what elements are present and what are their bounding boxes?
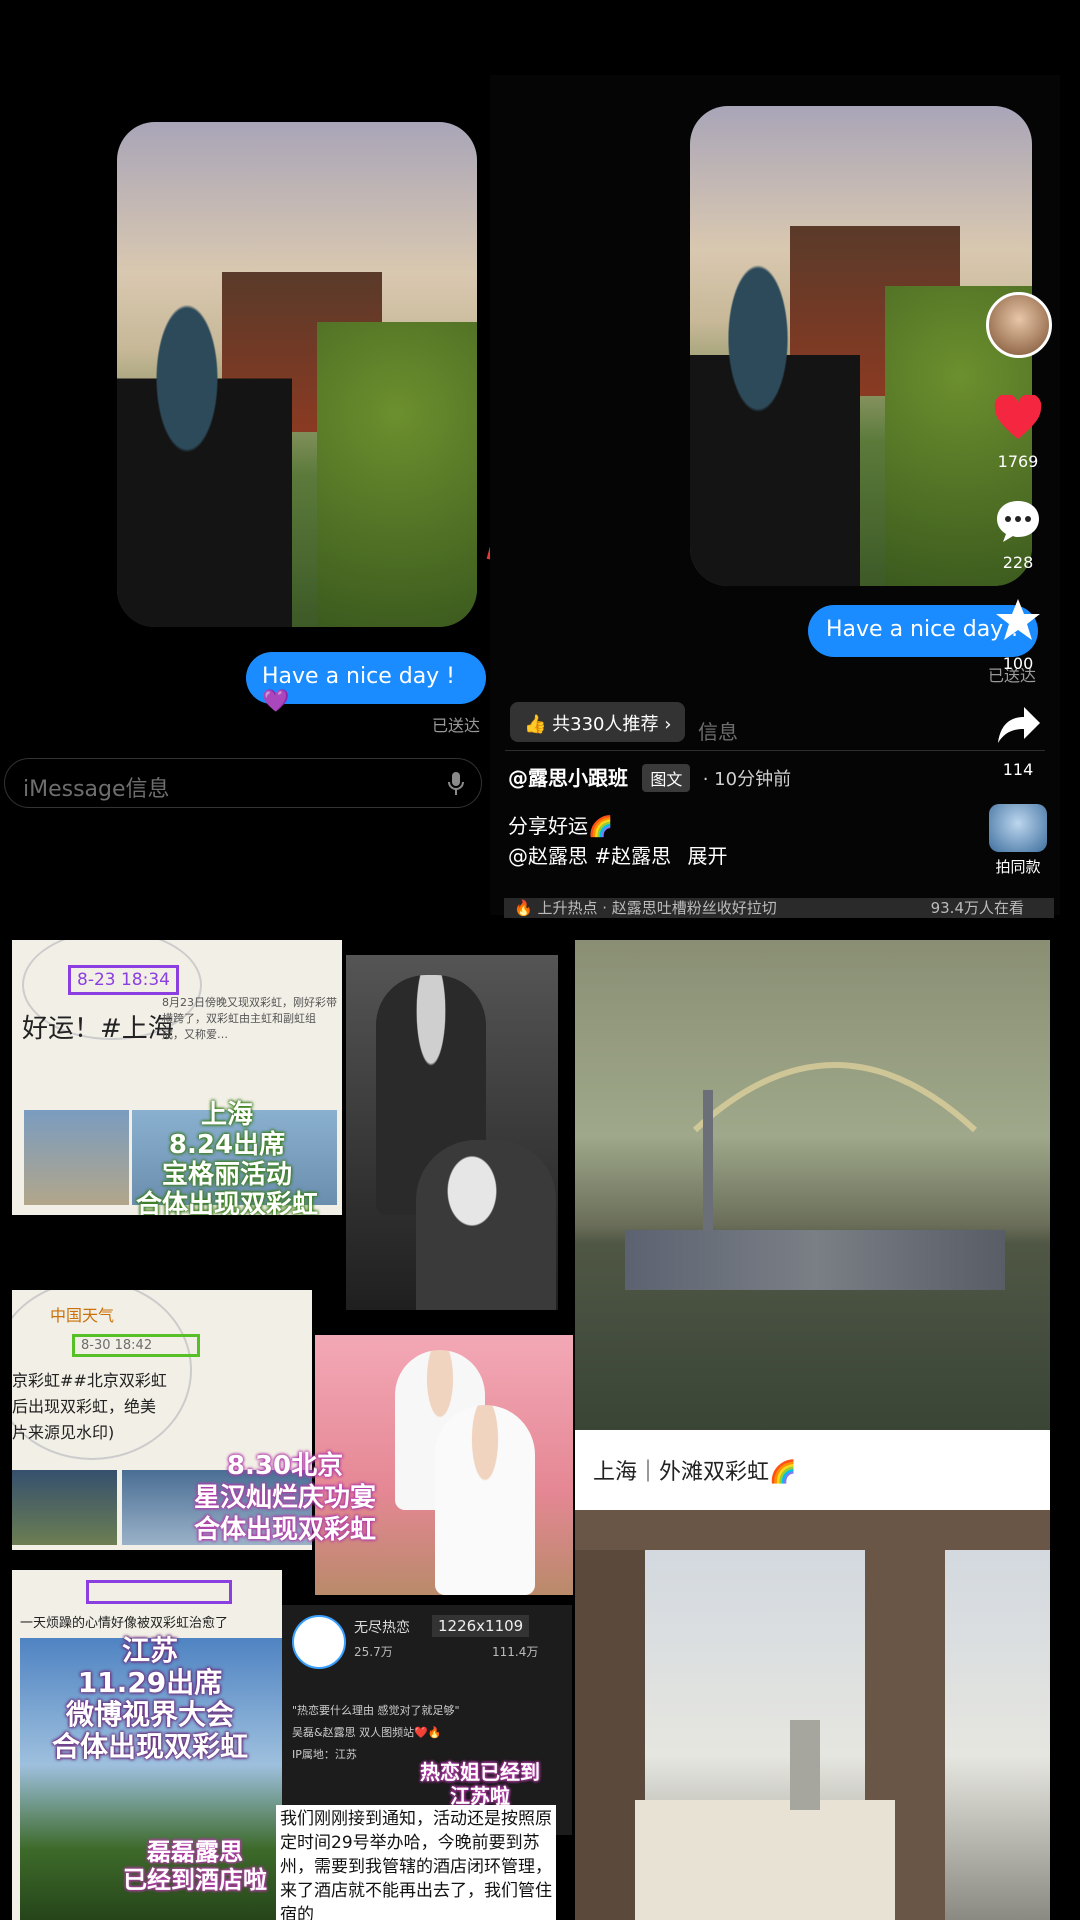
woman-silhouette xyxy=(416,1140,556,1310)
likes-count-collage: 111.4万 xyxy=(492,1645,539,1659)
bund-caption: 上海｜外滩双彩虹🌈 xyxy=(593,1460,797,1485)
left-bubble-text: Have a nice day ! xyxy=(262,664,456,689)
weibo-text-2-line3: 片来源见水印) xyxy=(12,1423,115,1442)
weibo-image-2a xyxy=(12,1470,117,1545)
woman-figure xyxy=(117,272,292,627)
left-photo xyxy=(117,122,477,627)
bund-skyline-photo xyxy=(575,940,1050,1430)
event-label-3-line1: 江苏 xyxy=(121,1634,178,1667)
building xyxy=(635,1800,895,1920)
event-label-3-line2: 11.29出席 xyxy=(77,1666,223,1699)
event-label-2-line1: 8.30北京 xyxy=(226,1451,344,1481)
right-woman-figure xyxy=(690,256,860,586)
left-imessage-input[interactable]: iMessage信息 xyxy=(4,758,482,808)
chevron-right-icon: › xyxy=(664,714,672,735)
comment-count: 228 xyxy=(1002,553,1034,572)
fans-count: 25.7万 xyxy=(354,1645,393,1659)
hot-topic-bar[interactable]: 🔥 上升热点 · 赵露思吐槽粉丝收好拉切 93.4万人在看 xyxy=(504,898,1054,918)
event-label-1-line1: 上海 xyxy=(200,1100,253,1130)
event-label-2-line3: 合体出现双彩虹 xyxy=(193,1515,376,1545)
right-photo xyxy=(690,106,1032,586)
hot-topic-text: 上升热点 · 赵露思吐槽粉丝收好拉切 xyxy=(537,899,777,917)
arch-top xyxy=(575,1510,1050,1550)
skyline xyxy=(625,1230,1005,1290)
post-caption: 分享好运🌈 xyxy=(508,814,613,838)
date-stamp-2: 8-30 18:42 xyxy=(72,1334,200,1357)
weibo-text-2-line1: 京彩虹##北京双彩虹 xyxy=(12,1371,167,1390)
event-label-3-line3: 微博视界大会 xyxy=(65,1698,234,1731)
event-label-3: 江苏 11.29出席 微博视界大会 合体出现双彩虹 xyxy=(40,1635,260,1763)
type-badge: 图文 xyxy=(642,764,691,792)
tower-building xyxy=(790,1720,820,1810)
weibo-text-1: 好运！#上海 xyxy=(22,1014,174,1044)
event-label-1: 上海 8.24出席 宝格丽活动 合体出现双彩虹 xyxy=(112,1100,342,1215)
post-time: · 10分钟前 xyxy=(702,769,792,790)
left-input-placeholder: iMessage信息 xyxy=(23,777,170,802)
author-line: @露思小跟班 图文 · 10分钟前 xyxy=(508,762,791,792)
event-label-3b-line2: 已经到酒店啦 xyxy=(123,1866,267,1894)
bund-caption-bar: 上海｜外滩双彩虹🌈 xyxy=(575,1430,1050,1510)
image-dims: 1226x1109 xyxy=(432,1615,530,1637)
fire-icon: 🔥 xyxy=(514,899,533,917)
type-badge-text: 图文 xyxy=(650,770,683,789)
share-icon[interactable] xyxy=(996,705,1042,745)
hot-topic-count: 93.4万人在看 xyxy=(930,899,1024,917)
account-avatar xyxy=(292,1615,346,1669)
double-rainbow xyxy=(692,1062,978,1133)
weibo-text-3: 一天烦躁的心情好像被双彩虹治愈了 xyxy=(20,1616,229,1631)
event-label-2-line2: 星汉灿烂庆功宴 xyxy=(193,1483,376,1513)
event-label-3b-line1: 磊磊露思 xyxy=(147,1838,243,1866)
mic-icon[interactable] xyxy=(447,771,465,797)
right-input-placeholder: 信息 xyxy=(698,720,738,744)
recommend-text: 共330人推荐 xyxy=(552,714,659,735)
same-style-thumbnail xyxy=(989,804,1047,852)
weather-account: 中国天气 xyxy=(50,1306,115,1325)
event-label-1-line4: 合体出现双彩虹 xyxy=(135,1190,318,1215)
recommend-pill[interactable]: 👍 共330人推荐 › xyxy=(510,702,686,742)
same-style-label: 拍同款 xyxy=(995,858,1041,876)
right-input-line xyxy=(505,750,1045,751)
event-label-1-line2: 8.24出席 xyxy=(168,1130,286,1160)
bushes xyxy=(317,322,477,627)
post-tags-line: @赵露思 #赵露思 展开 xyxy=(508,840,727,869)
heart-icon[interactable] xyxy=(993,395,1043,441)
account-name: 无尽热恋 xyxy=(354,1620,410,1636)
left-message-bubble: Have a nice day ! 💜 xyxy=(246,652,486,714)
author-name[interactable]: @露思小跟班 xyxy=(508,766,628,790)
event-label-3b: 磊磊露思 已经到酒店啦 xyxy=(90,1838,300,1894)
overlay-pink-line1: 热恋姐已经到 xyxy=(420,1760,540,1784)
account-chat-line1: "热恋要什么理由 感觉对了就足够" xyxy=(292,1704,460,1717)
notice-text: 我们刚刚接到通知，活动还是按照原定时间29号举办哈，今晚前要到苏州，需要到我管辖… xyxy=(276,1805,556,1920)
event-label-3-line4: 合体出现双彩虹 xyxy=(51,1730,248,1763)
right-bubble-text: Have a nice day ! xyxy=(826,617,1020,642)
post-tags[interactable]: @赵露思 #赵露思 xyxy=(508,844,671,868)
author-avatar[interactable] xyxy=(986,292,1052,358)
comment-icon[interactable] xyxy=(994,498,1042,544)
weibo-post-1: 8-23 18:34 好运！#上海 8月23日傍晚又现双彩虹，刚好彩带横跨了，双… xyxy=(12,940,342,1215)
thumb-up-icon: 👍 xyxy=(524,714,547,735)
woman-figure-pink xyxy=(435,1405,535,1595)
weibo-text-2: 京彩虹##北京双彩虹 后出现双彩虹，绝美 片来源见水印) xyxy=(12,1368,167,1446)
favorite-count: 100 xyxy=(1002,654,1034,673)
left-delivered-status: 已送达 xyxy=(432,716,481,735)
heart-emoji: 💜 xyxy=(262,689,290,714)
weibo-small-text-1: 8月23日傍晚又现双彩虹，刚好彩带横跨了，双彩虹由主虹和副虹组成，又称爱… xyxy=(162,996,337,1041)
date-stamp-1: 8-23 18:34 xyxy=(68,965,179,995)
star-icon[interactable] xyxy=(994,597,1042,643)
account-chat-line2: 吴磊&赵露思 双人图频站❤️🔥 xyxy=(292,1726,442,1739)
share-count: 114 xyxy=(1002,760,1034,779)
river xyxy=(575,1290,1050,1430)
couple-photo-bw xyxy=(346,955,558,1310)
event-label-1-line3: 宝格丽活动 xyxy=(161,1160,292,1190)
date-stamp-3 xyxy=(86,1580,232,1604)
account-chat-lines: "热恋要什么理由 感觉对了就足够" 吴磊&赵露思 双人图频站❤️🔥 IP属地：江… xyxy=(292,1700,567,1766)
arch-photo xyxy=(575,1510,1050,1920)
expand-link[interactable]: 展开 xyxy=(687,844,727,868)
like-count: 1769 xyxy=(997,452,1039,471)
same-style-button[interactable]: 拍同款 xyxy=(986,804,1050,877)
event-label-2: 8.30北京 星汉灿烂庆功宴 合体出现双彩虹 xyxy=(160,1450,410,1546)
overlay-pink-label: 热恋姐已经到 江苏啦 xyxy=(390,1760,570,1808)
weibo-text-2-line2: 后出现双彩虹，绝美 xyxy=(12,1397,157,1416)
